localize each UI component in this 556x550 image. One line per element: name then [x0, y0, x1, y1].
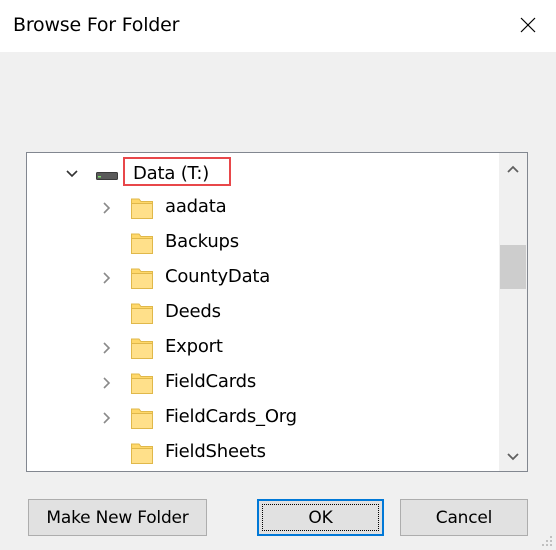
focus-rect	[262, 504, 379, 531]
tree-item-backups[interactable]: Backups	[27, 225, 499, 260]
tree-item-deeds[interactable]: Deeds	[27, 295, 499, 330]
folder-icon	[131, 338, 153, 359]
tree-item-label: CountyData	[165, 266, 271, 287]
tree-item-label: Backups	[165, 231, 239, 252]
tree-item-label: FieldCards	[165, 371, 257, 392]
folder-icon	[131, 198, 153, 219]
chevron-right-icon[interactable]	[100, 201, 114, 215]
close-icon	[520, 17, 536, 33]
tree-item-root-label-box: Data (T:)	[123, 157, 231, 186]
tree-item-aadata[interactable]: aadata	[27, 190, 499, 225]
resize-grip-icon[interactable]	[541, 535, 553, 547]
tree-item-root-drive[interactable]: Data (T:)	[27, 155, 499, 190]
folder-icon	[131, 303, 153, 324]
tree-item-countydata[interactable]: CountyData	[27, 260, 499, 295]
scroll-thumb[interactable]	[500, 245, 526, 289]
folder-icon	[131, 408, 153, 429]
tree-item-export[interactable]: Export	[27, 330, 499, 365]
folder-tree-list: Data (T:) aadata Backups CountyData Deed…	[27, 153, 499, 471]
drive-icon	[96, 172, 118, 180]
scroll-down-button[interactable]	[499, 443, 527, 471]
chevron-right-icon[interactable]	[100, 411, 114, 425]
chevron-up-icon	[507, 165, 519, 173]
folder-icon	[131, 443, 153, 464]
tree-item-label: FieldCards_Org	[165, 406, 297, 427]
window-title: Browse For Folder	[13, 14, 180, 36]
tree-item-fieldcards-org[interactable]: FieldCards_Org	[27, 400, 499, 435]
folder-icon	[131, 268, 153, 289]
scroll-up-button[interactable]	[499, 155, 527, 183]
chevron-down-icon	[507, 453, 519, 461]
chevron-right-icon[interactable]	[100, 376, 114, 390]
tree-item-root-label: Data (T:)	[133, 163, 210, 184]
vertical-scrollbar[interactable]	[499, 153, 527, 471]
close-button[interactable]	[506, 5, 550, 45]
cancel-button[interactable]: Cancel	[400, 499, 528, 536]
folder-icon	[131, 373, 153, 394]
chevron-right-icon[interactable]	[100, 271, 114, 285]
tree-item-label: FieldSheets	[165, 441, 266, 462]
tree-item-fieldsheets[interactable]: FieldSheets	[27, 435, 499, 470]
tree-item-label: aadata	[165, 196, 227, 217]
tree-item-fieldcards[interactable]: FieldCards	[27, 365, 499, 400]
folder-icon	[131, 233, 153, 254]
tree-item-label: Deeds	[165, 301, 221, 322]
chevron-right-icon[interactable]	[100, 341, 114, 355]
title-bar: Browse For Folder	[0, 0, 556, 52]
make-new-folder-button[interactable]: Make New Folder	[28, 499, 207, 536]
ok-button[interactable]: OK	[257, 499, 384, 536]
folder-tree[interactable]: Data (T:) aadata Backups CountyData Deed…	[26, 152, 528, 472]
chevron-down-icon[interactable]	[65, 167, 79, 181]
tree-item-label: Export	[165, 336, 223, 357]
